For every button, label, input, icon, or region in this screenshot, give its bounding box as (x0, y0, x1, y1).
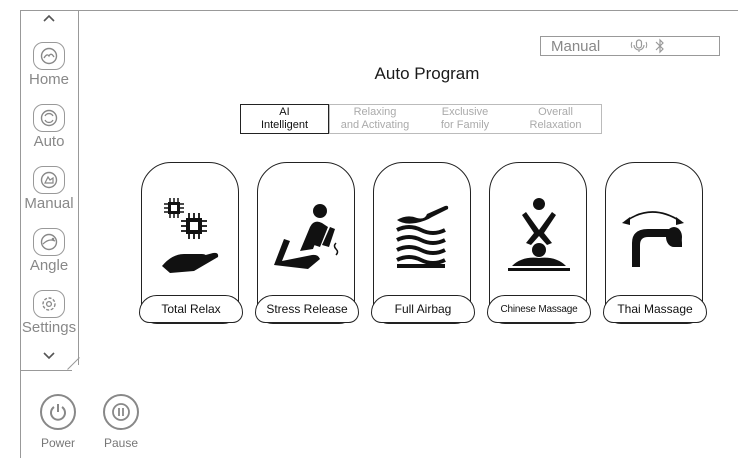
tab-line1: Overall (538, 106, 573, 118)
pause-icon (103, 394, 139, 430)
airbag-waves-icon (374, 191, 472, 281)
program-card-full-airbag[interactable]: Full Airbag (371, 162, 475, 324)
bluetooth-icon (654, 38, 666, 54)
tab-line1: Exclusive (441, 106, 489, 118)
sidebar-item-settings[interactable]: Settings (20, 290, 78, 336)
page-title: Auto Program (374, 64, 480, 83)
tab-line1: AI (279, 106, 290, 118)
pause-label: Pause (103, 436, 139, 450)
power-label: Power (40, 436, 75, 450)
sidebar-bottom-line (20, 370, 72, 371)
program-label: Thai Massage (603, 295, 707, 323)
auto-cycle-icon (33, 104, 65, 132)
tab-line2: Intelligent (260, 119, 309, 131)
program-card-stress-release[interactable]: Stress Release (255, 162, 359, 324)
sidebar-item-label: Manual (24, 195, 74, 212)
chip-hand-icon (142, 191, 240, 281)
program-label: Chinese Massage (487, 295, 591, 323)
sidebar-item-manual[interactable]: Manual (20, 166, 78, 212)
power-button[interactable]: Power (33, 394, 83, 450)
program-card-total-relax[interactable]: Total Relax (139, 162, 243, 324)
sidebar-item-auto[interactable]: Auto (20, 104, 78, 150)
tab-line1: Relaxing (353, 106, 397, 118)
tab-line2: and Activating (340, 119, 410, 131)
voice-icon (630, 38, 648, 54)
power-icon (40, 394, 76, 430)
chinese-massage-icon (490, 191, 588, 281)
settings-gear-icon (33, 290, 65, 318)
sidebar-scroll-down-icon[interactable] (20, 348, 78, 364)
sidebar-item-angle[interactable]: Angle (20, 228, 78, 274)
program-label: Full Airbag (371, 295, 475, 323)
program-card-chinese-massage[interactable]: Chinese Massage (487, 162, 591, 324)
tab-overall-relaxation[interactable]: Overall Relaxation (509, 104, 602, 134)
tab-line2: Relaxation (529, 119, 582, 131)
program-label: Stress Release (255, 295, 359, 323)
program-label: Total Relax (139, 295, 243, 323)
frame-top-line (20, 10, 738, 11)
pause-button[interactable]: Pause (96, 394, 146, 450)
mode-status-box: Manual (540, 36, 720, 56)
tab-line2: for Family (440, 119, 490, 131)
mode-status-label: Manual (551, 37, 601, 55)
manual-hand-icon (33, 166, 65, 194)
tab-ai-intelligent[interactable]: AI Intelligent (240, 104, 329, 134)
sidebar-item-label: Auto (33, 133, 65, 150)
program-card-thai-massage[interactable]: Thai Massage (603, 162, 707, 324)
sidebar-scroll-up-icon[interactable] (20, 10, 78, 26)
thai-massage-icon (606, 191, 704, 281)
sidebar-item-label: Settings (21, 319, 77, 336)
tab-relaxing-activating[interactable]: Relaxing and Activating (329, 104, 421, 134)
angle-icon (33, 228, 65, 256)
tab-exclusive-family[interactable]: Exclusive for Family (421, 104, 509, 134)
recliner-icon (258, 191, 356, 281)
sidebar-item-label: Angle (29, 257, 69, 274)
